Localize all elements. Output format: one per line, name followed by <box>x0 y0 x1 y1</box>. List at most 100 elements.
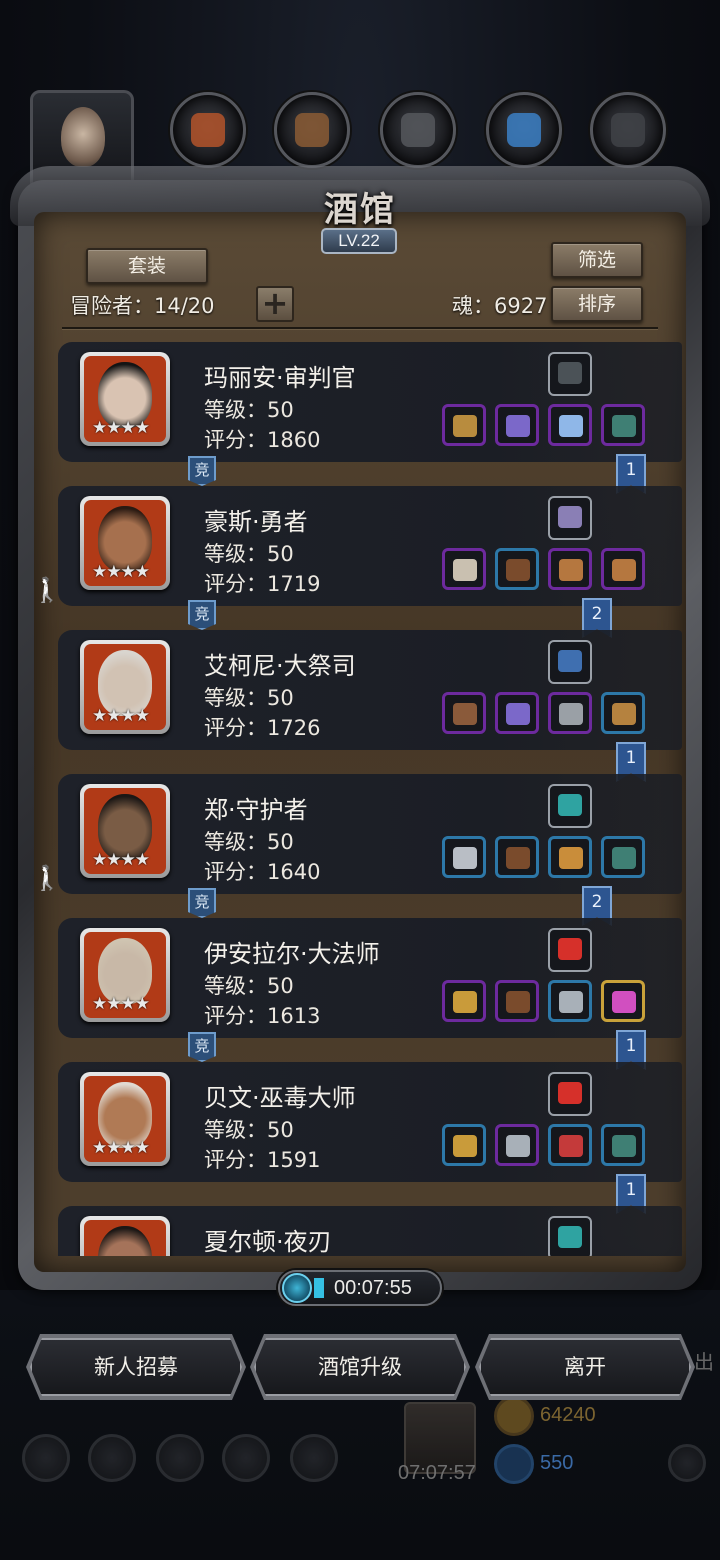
hero-card[interactable]: 夏尔顿·夜刃 <box>58 1206 682 1256</box>
equipment-icon <box>612 991 636 1013</box>
hero-portrait[interactable]: ★★★★ <box>80 928 170 1022</box>
on-expedition-icon: 🚶 <box>34 576 62 604</box>
hero-card[interactable]: ★★★★ 郑·守护者 等级：50 评分：1640 竞 <box>58 774 682 918</box>
equipment-slot[interactable] <box>548 692 592 734</box>
equipment-slot[interactable] <box>548 404 592 446</box>
gem-amount: 550 <box>540 1452 574 1474</box>
accessory-slot[interactable] <box>548 496 592 540</box>
hero-score: 评分：1860 <box>204 428 321 452</box>
hero-name: 艾柯尼·大祭司 <box>204 652 356 680</box>
sort-button[interactable]: 排序 <box>551 286 643 322</box>
rank-icon[interactable] <box>156 1434 204 1482</box>
equipment-slot[interactable] <box>442 836 486 878</box>
equipment-slot[interactable] <box>442 404 486 446</box>
iron-icon[interactable] <box>590 92 666 168</box>
hero-list[interactable]: ★★★★ 玛丽安·审判官 等级：50 评分：1860 竞 1 ★★★★ 豪斯·勇者 等级：50 评… <box>34 336 686 1256</box>
hero-score: 评分：1613 <box>204 1004 321 1028</box>
equipment-slot[interactable] <box>548 1124 592 1166</box>
star-rating: ★★★★ <box>92 850 150 870</box>
equipment-slot[interactable] <box>442 692 486 734</box>
star-rating: ★★★★ <box>92 418 150 438</box>
hero-score: 评分：1640 <box>204 860 321 884</box>
recruit-button[interactable]: 新人招募 <box>30 1338 242 1396</box>
equipment-slot[interactable] <box>601 692 645 734</box>
equipment-icon <box>612 1135 636 1157</box>
leave-button[interactable]: 离开 <box>479 1338 691 1396</box>
equipment-slot[interactable] <box>442 1124 486 1166</box>
mail-icon[interactable] <box>222 1434 270 1482</box>
equipment-icon <box>453 703 477 725</box>
hero-card[interactable]: ★★★★ 豪斯·勇者 等级：50 评分：1719 竞 <box>58 486 682 630</box>
equipment-icon <box>453 415 477 437</box>
equipment-slot[interactable] <box>548 980 592 1022</box>
hero-card[interactable]: ★★★★ 艾柯尼·大祭司 等级：50 评分：1726 <box>58 630 682 750</box>
equipment-slot[interactable] <box>495 404 539 446</box>
star-rating: ★★★★ <box>92 994 150 1014</box>
equipment-icon <box>506 991 530 1013</box>
hero-portrait[interactable]: ★★★★ <box>80 784 170 878</box>
timer-text: 00:07:55 <box>334 1277 412 1299</box>
equipment-slot[interactable] <box>495 548 539 590</box>
soul-count: 魂：6927 <box>452 294 548 318</box>
equipment-icon <box>559 1135 583 1157</box>
hero-card[interactable]: ★★★★ 玛丽安·审判官 等级：50 评分：1860 竞 <box>58 342 682 486</box>
equipment-slot[interactable] <box>495 1124 539 1166</box>
equipment-slot[interactable] <box>601 980 645 1022</box>
equipment-icon <box>506 559 530 581</box>
equipment-icon <box>506 1135 530 1157</box>
accessory-slot[interactable] <box>548 640 592 684</box>
crystal-icon[interactable] <box>486 92 562 168</box>
hero-name: 夏尔顿·夜刃 <box>204 1228 332 1256</box>
accessory-slot[interactable] <box>548 784 592 828</box>
upgrade-tavern-button[interactable]: 酒馆升级 <box>254 1338 466 1396</box>
hero-card[interactable]: ★★★★ 贝文·巫毒大师 等级：50 评分：1591 <box>58 1062 682 1182</box>
gold-amount: 64240 <box>540 1404 596 1426</box>
gift-timer: 07:07:57 <box>398 1462 476 1484</box>
equipment-slot[interactable] <box>495 836 539 878</box>
hero-portrait[interactable]: ★★★★ <box>80 1072 170 1166</box>
side-text: 出 <box>694 1352 714 1374</box>
hero-level: 等级：50 <box>204 398 294 422</box>
equipment-slot[interactable] <box>601 1124 645 1166</box>
filter-button[interactable]: 筛选 <box>551 242 643 278</box>
star-rating: ★★★★ <box>92 562 150 582</box>
hero-score: 评分：1726 <box>204 716 321 740</box>
equipment-icon <box>612 847 636 869</box>
cloth-icon[interactable] <box>170 92 246 168</box>
stone-icon[interactable] <box>380 92 456 168</box>
equipment-icon <box>453 1135 477 1157</box>
accessory-slot[interactable] <box>548 1216 592 1256</box>
equipment-slot[interactable] <box>548 836 592 878</box>
add-slot-button[interactable]: + <box>256 286 294 322</box>
wood-icon[interactable] <box>274 92 350 168</box>
equipment-icon <box>612 415 636 437</box>
accessory-slot[interactable] <box>548 1072 592 1116</box>
hero-portrait[interactable] <box>80 1216 170 1256</box>
accessory-slot[interactable] <box>548 928 592 972</box>
equipment-icon <box>506 703 530 725</box>
equipment-slot[interactable] <box>442 980 486 1022</box>
achievement-icon[interactable] <box>88 1434 136 1482</box>
hero-level: 等级：50 <box>204 542 294 566</box>
adventurer-count: 冒险者：14/20 <box>70 294 215 318</box>
hero-portrait[interactable]: ★★★★ <box>80 352 170 446</box>
settings-icon[interactable] <box>22 1434 70 1482</box>
suit-button[interactable]: 套装 <box>86 248 208 284</box>
equipment-slot[interactable] <box>495 980 539 1022</box>
accessory-slot[interactable] <box>548 352 592 396</box>
add-currency-icon[interactable] <box>668 1444 706 1482</box>
gem-icon <box>494 1444 534 1484</box>
equipment-slot[interactable] <box>601 836 645 878</box>
equipment-icon <box>559 847 583 869</box>
on-expedition-icon: 🚶 <box>34 864 62 892</box>
equipment-slot[interactable] <box>601 548 645 590</box>
hero-portrait[interactable]: ★★★★ <box>80 640 170 734</box>
equipment-slot[interactable] <box>548 548 592 590</box>
equipment-slot[interactable] <box>442 548 486 590</box>
chat-icon[interactable] <box>290 1434 338 1482</box>
hero-portrait[interactable]: ★★★★ <box>80 496 170 590</box>
equipment-slot[interactable] <box>495 692 539 734</box>
equipment-slot[interactable] <box>601 404 645 446</box>
hero-score: 评分：1591 <box>204 1148 321 1172</box>
hero-card[interactable]: ★★★★ 伊安拉尔·大法师 等级：50 评分：1613 竞 <box>58 918 682 1062</box>
